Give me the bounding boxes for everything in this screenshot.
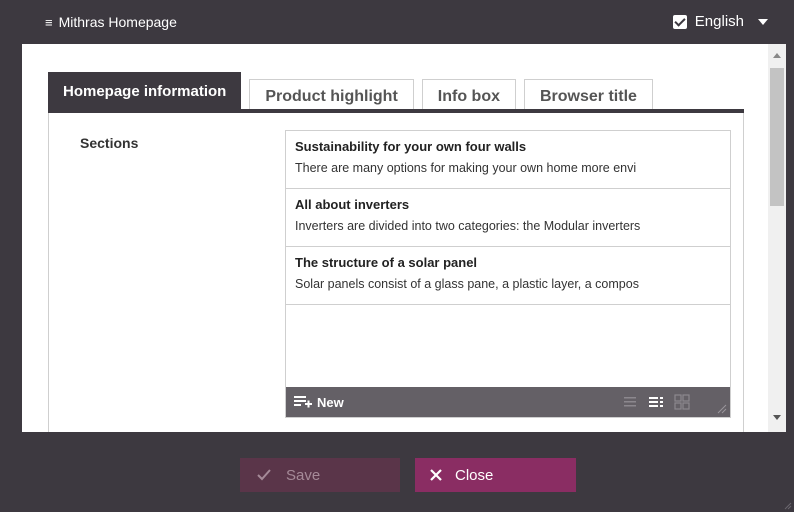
view-switcher — [622, 394, 690, 410]
list-item-text: There are many options for making your o… — [295, 161, 637, 175]
list-item-title: The structure of a solar panel — [295, 255, 478, 270]
dropdown-caret-icon[interactable] — [758, 18, 768, 25]
list-item[interactable]: Sustainability for your own four walls T… — [286, 131, 730, 189]
sections-label: Sections — [80, 135, 139, 151]
sections-list[interactable]: Sustainability for your own four walls T… — [285, 130, 731, 418]
list-item-title: Sustainability for your own four walls — [295, 139, 527, 154]
detail-view-icon[interactable] — [648, 394, 664, 410]
list-item[interactable]: The structure of a solar panel Solar pan… — [286, 247, 730, 305]
list-item-text: Solar panels consist of a glass pane, a … — [295, 277, 639, 291]
close-x-icon — [430, 469, 442, 481]
list-view-icon[interactable] — [622, 394, 638, 410]
save-label: Save — [286, 466, 321, 484]
list-item-title: All about inverters — [295, 197, 410, 212]
list-item[interactable]: All about inverters Inverters are divide… — [286, 189, 730, 247]
dialog-footer: Save Close — [8, 432, 794, 512]
checkbox-icon[interactable] — [672, 14, 687, 29]
tab-info-box[interactable]: Info box — [421, 79, 516, 113]
title-bar: ≡ Mithras Homepage English — [8, 0, 794, 44]
tab-bar: Homepage information Product highlight I… — [48, 69, 661, 113]
tab-panel: Sections Sustainability for your own fou… — [48, 113, 744, 432]
dialog-content: Homepage information Product highlight I… — [22, 44, 786, 432]
vertical-scrollbar[interactable] — [768, 44, 786, 432]
scroll-down-arrow-icon[interactable] — [773, 415, 781, 420]
language-selector[interactable]: English — [672, 13, 768, 30]
check-icon — [257, 469, 271, 481]
list-item-text: Inverters are divided into two categorie… — [295, 219, 641, 233]
tab-homepage-information[interactable]: Homepage information — [48, 72, 242, 113]
resize-grip-icon[interactable] — [717, 404, 727, 414]
window-title-text: Mithras Homepage — [58, 14, 177, 30]
grid-view-icon[interactable] — [674, 394, 690, 410]
list-toolbar: New — [286, 387, 730, 417]
new-section-button[interactable]: New — [286, 394, 344, 410]
scroll-up-arrow-icon[interactable] — [773, 53, 781, 58]
close-button[interactable]: Close — [415, 458, 576, 492]
tab-browser-title[interactable]: Browser title — [524, 79, 653, 113]
save-button[interactable]: Save — [240, 458, 400, 492]
new-section-label: New — [317, 394, 344, 410]
menu-icon[interactable]: ≡ — [45, 16, 53, 29]
window-resize-grip-icon[interactable] — [784, 502, 792, 510]
language-label: English — [694, 13, 744, 30]
new-item-icon — [294, 396, 312, 408]
close-label: Close — [455, 466, 494, 484]
tab-product-highlight[interactable]: Product highlight — [249, 79, 414, 113]
scroll-thumb[interactable] — [770, 68, 784, 206]
window-title: ≡ Mithras Homepage — [45, 14, 177, 30]
dialog-window: ≡ Mithras Homepage English Homepage info… — [8, 0, 794, 512]
